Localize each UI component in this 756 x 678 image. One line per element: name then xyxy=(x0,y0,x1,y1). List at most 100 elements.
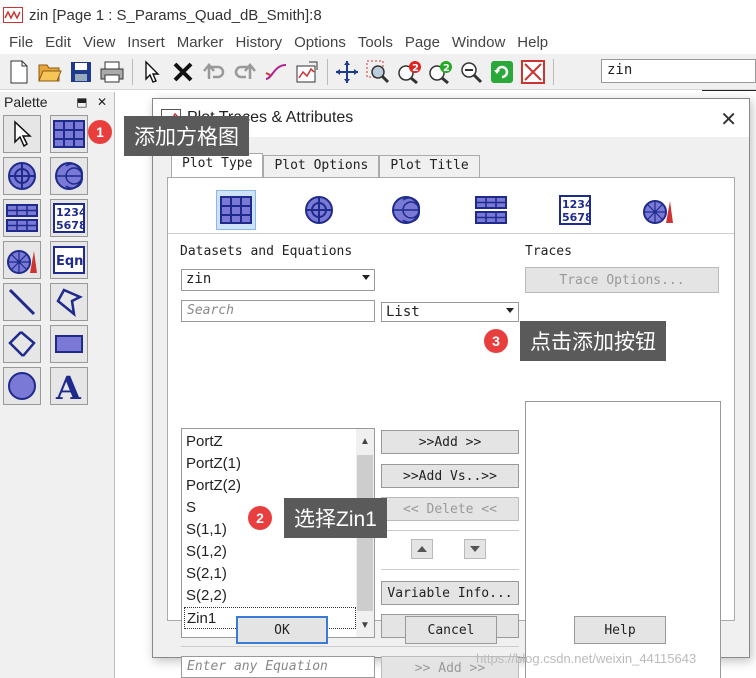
polar-plot-type-button[interactable] xyxy=(299,190,339,230)
undo-icon[interactable] xyxy=(199,57,229,87)
ellipse-tool[interactable] xyxy=(3,367,41,405)
toolbar-separator xyxy=(553,58,554,85)
list-item[interactable]: PortZ(2) xyxy=(186,475,241,497)
datasets-label: Datasets and Equations xyxy=(180,244,353,259)
trace-icon[interactable] xyxy=(261,57,291,87)
stacked-plot-icon xyxy=(6,204,38,232)
zoom-icon[interactable] xyxy=(456,57,486,87)
list-item[interactable]: S(1,1) xyxy=(186,519,227,541)
scroll-down-icon[interactable]: ▼ xyxy=(356,615,374,635)
equation-tool[interactable]: Eqn xyxy=(50,241,88,279)
polyline-tool[interactable] xyxy=(3,325,41,363)
menu-history[interactable]: History xyxy=(229,34,288,51)
help-button[interactable]: Help xyxy=(574,616,666,644)
rectangle-tool[interactable] xyxy=(50,325,88,363)
plot-type-selector: 1234 5678 xyxy=(168,184,734,234)
plot-icon[interactable] xyxy=(292,57,322,87)
rectangle-icon xyxy=(55,335,83,353)
menu-page[interactable]: Page xyxy=(399,34,446,51)
list-item[interactable]: S(2,2) xyxy=(186,585,227,607)
search-input[interactable]: Search xyxy=(181,300,375,322)
menu-bar: File Edit View Insert Marker History Opt… xyxy=(0,30,756,54)
ok-button[interactable]: OK xyxy=(236,616,328,644)
close-icon[interactable]: ✕ xyxy=(720,107,737,132)
window-title: zin [Page 1 : S_Params_Quad_dB_Smith]:8 xyxy=(29,6,322,24)
title-bar: zin [Page 1 : S_Params_Quad_dB_Smith]:8 xyxy=(0,0,756,30)
add-vs-button[interactable]: >>Add Vs..>> xyxy=(381,464,519,488)
palette-panel: Palette ⬒ ✕ 1234 5678 Eqn A xyxy=(0,92,115,678)
list-item[interactable]: S(2,1) xyxy=(186,563,227,585)
menu-window[interactable]: Window xyxy=(446,34,511,51)
variable-info-button[interactable]: Variable Info... xyxy=(381,581,519,605)
add-button[interactable]: >>Add >> xyxy=(381,430,519,454)
pointer-icon[interactable] xyxy=(137,57,167,87)
polar-plot-tool[interactable] xyxy=(3,157,41,195)
new-document-icon[interactable] xyxy=(4,57,34,87)
trace-options-button[interactable]: Trace Options... xyxy=(525,267,719,293)
move-up-button[interactable] xyxy=(411,539,433,559)
menu-view[interactable]: View xyxy=(77,34,121,51)
zoom-in-icon[interactable]: 2 xyxy=(394,57,424,87)
polygon-tool[interactable] xyxy=(50,283,88,321)
rectangular-plot-type-button[interactable] xyxy=(216,190,256,230)
open-folder-icon[interactable] xyxy=(35,57,65,87)
smith-chart-tool[interactable] xyxy=(50,157,88,195)
svg-text:2: 2 xyxy=(443,63,450,74)
move-icon[interactable] xyxy=(332,57,362,87)
equation-icon: Eqn xyxy=(53,246,85,274)
rectangular-plot-icon xyxy=(220,196,252,224)
list-item[interactable]: PortZ(1) xyxy=(186,453,241,475)
zoom-area-icon[interactable] xyxy=(363,57,393,87)
list-item[interactable]: PortZ xyxy=(186,431,223,453)
waveform-icon xyxy=(3,7,23,23)
menu-tools[interactable]: Tools xyxy=(352,34,399,51)
smith-chart-type-button[interactable] xyxy=(386,190,426,230)
toolbar-separator xyxy=(327,58,328,85)
list-mode-dropdown[interactable]: List xyxy=(381,302,519,322)
annotation-add-grid-plot: 添加方格图 xyxy=(124,116,249,156)
zoom-out-icon[interactable]: 2 xyxy=(425,57,455,87)
refresh-icon[interactable] xyxy=(487,57,517,87)
print-icon[interactable] xyxy=(97,57,127,87)
dataset-dropdown-value: zin xyxy=(186,271,212,287)
save-icon[interactable] xyxy=(66,57,96,87)
menu-help[interactable]: Help xyxy=(511,34,554,51)
list-item[interactable]: S xyxy=(186,497,196,519)
rectangular-plot-tool[interactable] xyxy=(50,115,88,153)
list-plot-type-button[interactable]: 1234 5678 xyxy=(555,190,595,230)
toolbar-separator xyxy=(132,58,133,85)
move-down-button[interactable] xyxy=(464,539,486,559)
text-tool[interactable]: A xyxy=(50,367,88,405)
menu-file[interactable]: File xyxy=(3,34,39,51)
delete-button[interactable]: << Delete << xyxy=(381,497,519,521)
divider xyxy=(381,569,519,570)
delete-icon[interactable] xyxy=(168,57,198,87)
equation-input[interactable]: Enter any Equation xyxy=(181,656,375,678)
list-tool[interactable]: 1234 5678 xyxy=(50,199,88,237)
polygon-icon xyxy=(56,288,83,317)
step-badge-3: 3 xyxy=(484,329,508,353)
menu-options[interactable]: Options xyxy=(288,34,352,51)
tab-plot-title[interactable]: Plot Title xyxy=(379,155,480,177)
annotation-click-add: 点击添加按钮 xyxy=(520,321,666,361)
svg-text:2: 2 xyxy=(412,63,419,74)
stacked-plot-type-button[interactable] xyxy=(471,190,511,230)
select-tool[interactable] xyxy=(3,115,41,153)
menu-marker[interactable]: Marker xyxy=(171,34,230,51)
redo-icon[interactable] xyxy=(230,57,260,87)
menu-insert[interactable]: Insert xyxy=(121,34,171,51)
palette-controls[interactable]: ⬒ ✕ xyxy=(76,95,110,109)
cancel-button[interactable]: Cancel xyxy=(405,616,497,644)
line-tool[interactable] xyxy=(3,283,41,321)
list-item[interactable]: S(1,2) xyxy=(186,541,227,563)
tab-plot-options[interactable]: Plot Options xyxy=(263,155,380,177)
dataset-combo[interactable]: zin xyxy=(601,59,756,83)
no-zoom-icon[interactable] xyxy=(518,57,548,87)
antenna-plot-type-button[interactable] xyxy=(638,190,678,230)
antenna-plot-tool[interactable] xyxy=(3,241,41,279)
tab-plot-type[interactable]: Plot Type xyxy=(171,153,264,178)
dataset-dropdown[interactable]: zin xyxy=(181,269,375,291)
menu-edit[interactable]: Edit xyxy=(39,34,77,51)
stacked-plot-tool[interactable] xyxy=(3,199,41,237)
scroll-up-icon[interactable]: ▲ xyxy=(356,431,374,451)
